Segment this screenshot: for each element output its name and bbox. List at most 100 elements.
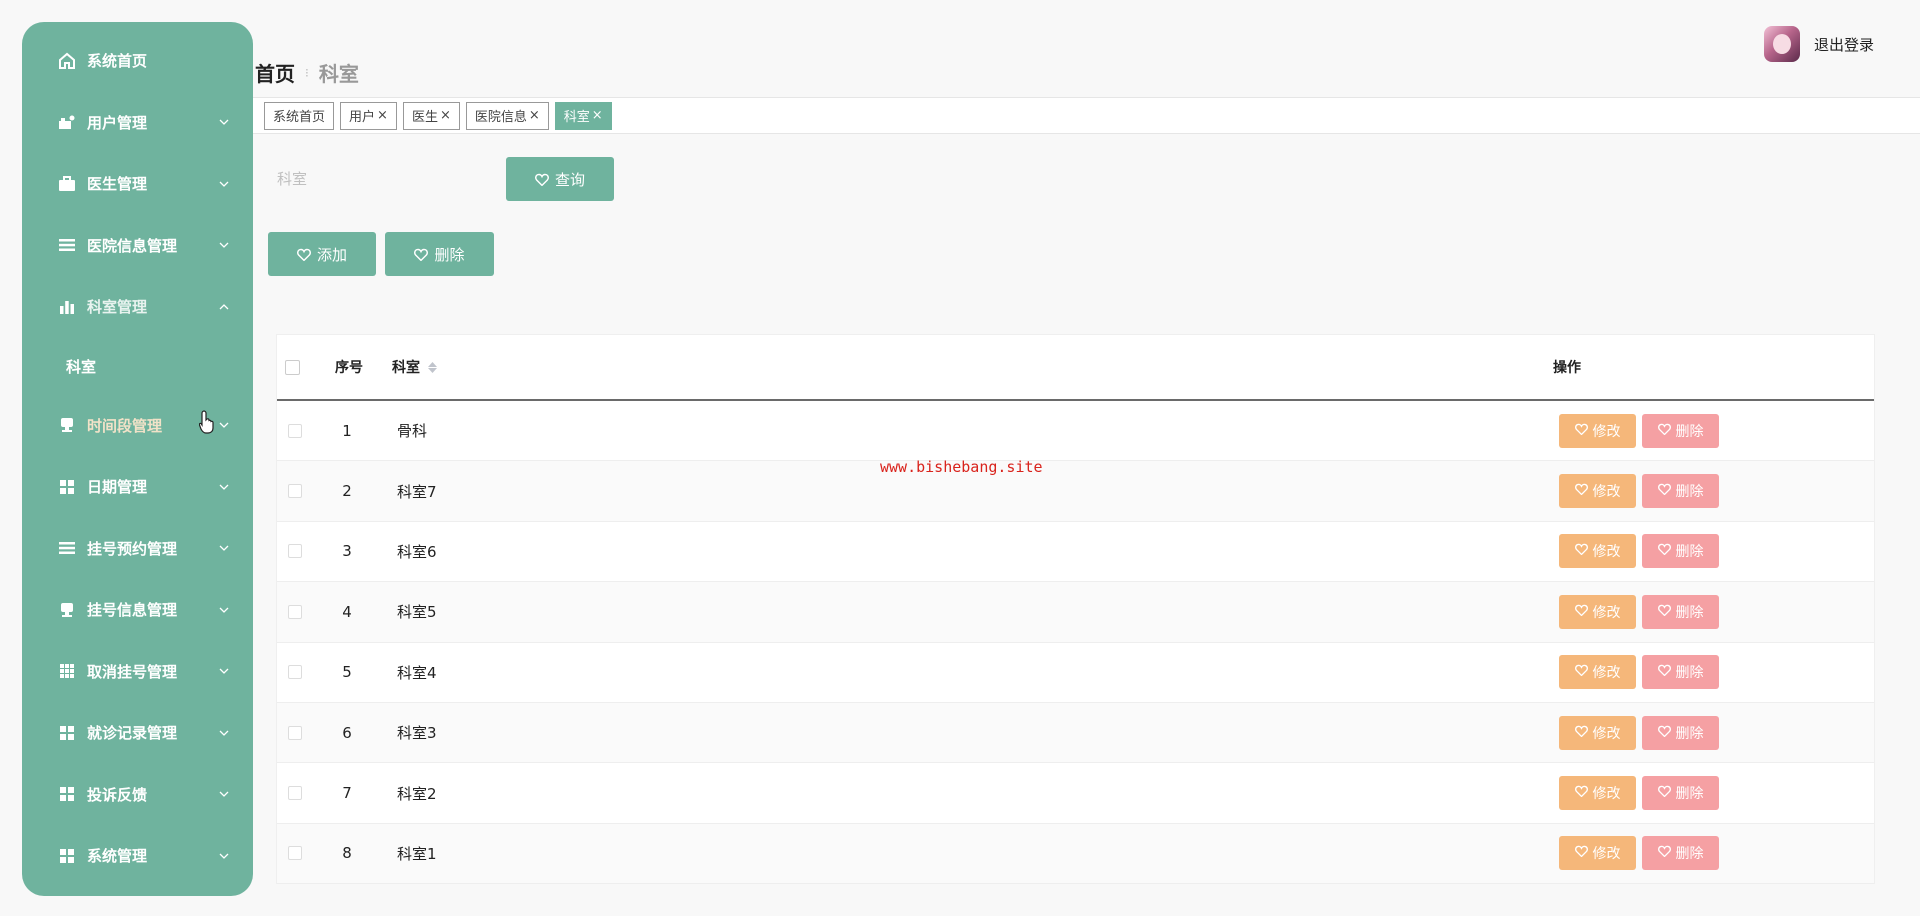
- bar-chart-icon: [57, 297, 77, 317]
- sidebar-item[interactable]: 挂号信息管理: [22, 579, 253, 641]
- heart-icon: [1657, 845, 1671, 861]
- sidebar-item[interactable]: 取消挂号管理: [22, 641, 253, 703]
- edit-button-label: 修改: [1592, 484, 1621, 501]
- delete-button[interactable]: 删除: [1642, 594, 1719, 629]
- heart-icon: [1574, 604, 1588, 620]
- table-row: 8 科室1 修改 删除: [277, 823, 1874, 885]
- logout-button[interactable]: 退出登录: [1814, 34, 1874, 55]
- sidebar: 系统首页用户管理 医生管理 医院信息管理 科室管理 科室 时间段管理日期管理挂号预约管理挂…: [22, 22, 253, 896]
- sidebar-item[interactable]: 科室管理: [22, 276, 253, 338]
- row-checkbox[interactable]: [288, 484, 302, 499]
- watermark: www.bishebang.site: [880, 458, 1043, 476]
- heart-icon: [414, 248, 429, 261]
- tag-label: 医生: [411, 110, 438, 125]
- close-icon[interactable]: ×: [377, 108, 388, 123]
- row-checkbox[interactable]: [288, 423, 302, 438]
- tag-label: 用户: [349, 110, 376, 125]
- edit-button-label: 修改: [1592, 423, 1621, 440]
- tab-tag[interactable]: 用户 ×: [340, 101, 397, 130]
- breadcrumb-home[interactable]: 首页: [255, 58, 295, 87]
- heart-icon: [1657, 543, 1671, 559]
- row-actions: 修改 删除: [1559, 413, 1719, 448]
- row-checkbox[interactable]: [288, 725, 302, 740]
- delete-button[interactable]: 删除: [1642, 655, 1719, 690]
- close-icon[interactable]: ×: [440, 108, 451, 123]
- table-row: 1 骨科 修改 删除: [277, 401, 1874, 462]
- edit-button-label: 修改: [1592, 665, 1621, 682]
- delete-button[interactable]: 删除: [1642, 474, 1719, 509]
- tag-label: 医院信息: [474, 110, 527, 125]
- sidebar-item-label: 就诊记录管理: [87, 724, 178, 743]
- sidebar-item-label: 系统首页: [87, 52, 148, 71]
- tab-tag[interactable]: 科室 ×: [554, 101, 612, 130]
- sidebar-item[interactable]: 系统首页: [22, 30, 253, 92]
- data-table: 序号 科室 操作 1 骨科 修改 删除 2 科室7 修改 删除 3 科室6 修改 删除 4 科室5 修改 删除…: [276, 334, 1875, 885]
- edit-button[interactable]: 修改: [1559, 413, 1636, 448]
- row-checkbox[interactable]: [288, 604, 302, 619]
- heart-icon: [1574, 664, 1588, 680]
- delete-button[interactable]: 删除: [1642, 534, 1719, 569]
- row-checkbox[interactable]: [288, 544, 302, 559]
- select-all-checkbox[interactable]: [285, 359, 300, 375]
- chevron-down-icon: [217, 849, 231, 863]
- search-input[interactable]: [267, 157, 497, 201]
- avatar[interactable]: [1763, 26, 1800, 62]
- delete-button[interactable]: 删除: [1642, 413, 1719, 448]
- chevron-down-icon: [217, 418, 231, 432]
- table-icon: [57, 661, 77, 681]
- edit-button[interactable]: 修改: [1559, 776, 1636, 811]
- sidebar-item[interactable]: 系统管理: [22, 825, 253, 887]
- row-checkbox[interactable]: [288, 846, 302, 861]
- header-name-cell[interactable]: 科室: [392, 357, 437, 377]
- query-button[interactable]: 查询: [506, 157, 614, 201]
- tab-tag[interactable]: 医院信息 ×: [465, 101, 549, 130]
- chevron-down-icon: [217, 603, 231, 617]
- row-checkbox[interactable]: [288, 665, 302, 680]
- table-header: 序号 科室 操作: [277, 335, 1874, 401]
- user-area: 退出登录: [1763, 26, 1874, 62]
- heart-icon: [1657, 785, 1671, 801]
- sidebar-item[interactable]: 医生管理: [22, 153, 253, 215]
- delete-button[interactable]: 删除: [1642, 836, 1719, 871]
- sidebar-item[interactable]: 医院信息管理: [22, 215, 253, 277]
- edit-button[interactable]: 修改: [1559, 594, 1636, 629]
- edit-button[interactable]: 修改: [1559, 655, 1636, 690]
- sidebar-item[interactable]: 日期管理: [22, 456, 253, 518]
- edit-button[interactable]: 修改: [1559, 836, 1636, 871]
- edit-button[interactable]: 修改: [1559, 474, 1636, 509]
- header-op: 操作: [1553, 360, 1581, 376]
- row-checkbox[interactable]: [288, 786, 302, 801]
- sidebar-item-label: 日期管理: [87, 478, 148, 497]
- close-icon[interactable]: ×: [592, 108, 603, 123]
- sidebar-item[interactable]: 时间段管理: [22, 395, 253, 457]
- close-icon[interactable]: ×: [529, 108, 540, 123]
- sidebar-subitem[interactable]: 科室: [22, 338, 253, 395]
- sidebar-item[interactable]: 投诉反馈: [22, 764, 253, 826]
- cell-name: 科室7: [397, 482, 437, 501]
- heart-icon: [1574, 483, 1588, 499]
- edit-button[interactable]: 修改: [1559, 534, 1636, 569]
- cell-name: 科室6: [397, 542, 437, 561]
- delete-button[interactable]: 删除: [1642, 715, 1719, 750]
- sidebar-item[interactable]: 挂号预约管理: [22, 518, 253, 580]
- row-actions: 修改 删除: [1559, 715, 1719, 750]
- briefcase-icon: [57, 174, 77, 194]
- tab-tag[interactable]: 医生 ×: [402, 101, 460, 130]
- add-button[interactable]: 添加: [268, 232, 376, 276]
- cell-no: 2: [342, 482, 352, 501]
- cell-name: 骨科: [397, 422, 428, 441]
- tag-label: 系统首页: [273, 110, 326, 125]
- query-button-label: 查询: [554, 170, 585, 189]
- sidebar-item[interactable]: 就诊记录管理: [22, 702, 253, 764]
- table-row: 2 科室7 修改 删除: [277, 461, 1874, 522]
- sort-icon[interactable]: [428, 361, 437, 373]
- edit-button[interactable]: 修改: [1559, 715, 1636, 750]
- users-icon: [57, 112, 77, 132]
- tab-tag[interactable]: 系统首页: [264, 101, 335, 130]
- delete-button[interactable]: 删除: [1642, 776, 1719, 811]
- batch-delete-button[interactable]: 删除: [385, 232, 494, 276]
- heart-icon: [1657, 725, 1671, 741]
- chevron-down-icon: [217, 541, 231, 555]
- sidebar-item[interactable]: 用户管理: [22, 92, 253, 154]
- header-name: 科室: [392, 360, 420, 376]
